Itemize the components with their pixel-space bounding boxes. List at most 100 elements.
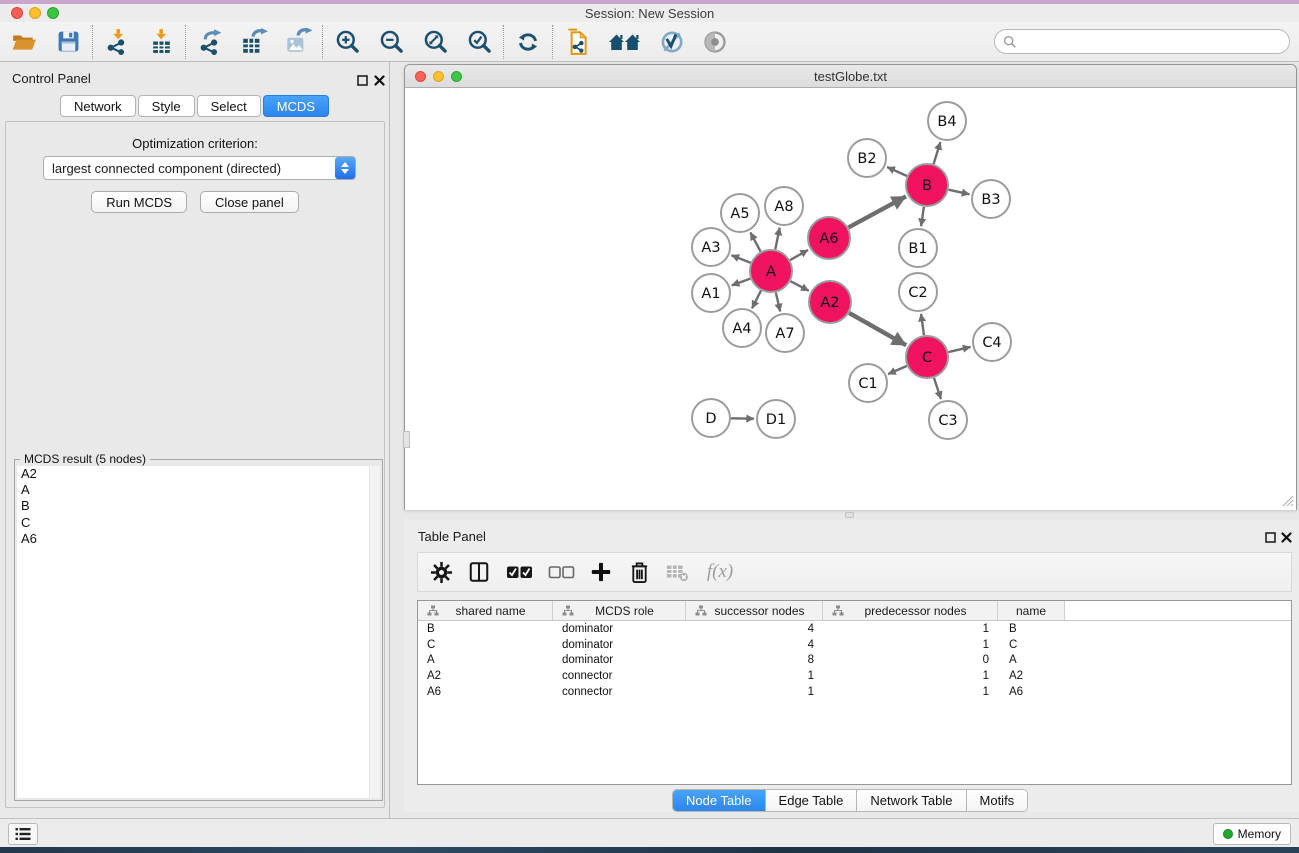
graph-node-label-A8: A8 [774, 199, 793, 215]
graph-edge-A2-C[interactable] [849, 313, 906, 345]
search-input[interactable] [1017, 32, 1289, 52]
memory-button[interactable]: Memory [1213, 823, 1291, 845]
refresh-icon[interactable] [514, 28, 542, 56]
graph-edge-A-A3[interactable] [731, 255, 750, 263]
graph-edge-A-A8[interactable] [775, 228, 779, 250]
tree-icon [832, 605, 844, 616]
graph-node-label-A: A [766, 264, 776, 280]
table-row[interactable]: A6 connector 1 1 A6 [418, 684, 1291, 700]
graph-edge-B-B2[interactable] [887, 167, 907, 176]
network-overview-icon[interactable] [563, 28, 591, 56]
column-visibility-icon[interactable] [466, 559, 492, 585]
header-filler [1065, 601, 1291, 620]
table-settings-gear-icon[interactable] [428, 559, 454, 585]
application-window: Session: New Session [0, 0, 1299, 853]
node-table: shared name MCDS role successor nodes pr… [417, 600, 1292, 785]
criterion-dropdown[interactable]: largest connected component (directed) [43, 156, 356, 180]
graph-edge-A-A5[interactable] [750, 232, 760, 251]
table-row[interactable]: B dominator 4 1 B [418, 621, 1291, 637]
search-field[interactable] [994, 29, 1290, 54]
close-table-panel-icon[interactable] [1281, 530, 1292, 548]
list-item[interactable]: B [17, 498, 380, 514]
show-hide-panel-eye-icon[interactable] [701, 28, 729, 56]
import-network-icon[interactable] [103, 28, 131, 56]
float-panel-icon[interactable] [357, 73, 368, 91]
zoom-in-icon[interactable] [333, 28, 361, 56]
graph-node-label-A4: A4 [732, 321, 751, 337]
tab-motifs[interactable]: Motifs [967, 790, 1028, 811]
graph-edge-A-A4[interactable] [752, 291, 761, 309]
graph-node-label-A5: A5 [730, 206, 749, 222]
column-header-name[interactable]: name [998, 601, 1065, 620]
list-item[interactable]: C [17, 515, 380, 531]
horizontal-divider-handle[interactable] [845, 512, 854, 518]
close-panel-icon[interactable] [374, 73, 385, 91]
graph-edge-B-B1[interactable] [921, 207, 924, 226]
graph-edge-A-A1[interactable] [732, 279, 751, 286]
table-row[interactable]: A2 connector 1 1 A2 [418, 668, 1291, 684]
list-item[interactable]: A6 [17, 531, 380, 547]
tab-select[interactable]: Select [197, 95, 261, 117]
graph-node-label-D: D [705, 411, 716, 427]
add-column-icon[interactable] [588, 559, 614, 585]
graph-edge-C-C2[interactable] [921, 314, 924, 335]
column-header-predecessor-nodes[interactable]: predecessor nodes [823, 601, 998, 620]
graph-node-label-C: C [922, 350, 932, 366]
graph-edge-A-A2[interactable] [791, 281, 809, 291]
panel-divider-handle[interactable] [403, 431, 410, 448]
table-row[interactable]: C dominator 4 1 C [418, 637, 1291, 653]
tab-edge-table[interactable]: Edge Table [766, 790, 858, 811]
save-session-icon[interactable] [54, 28, 82, 56]
graph-edge-B-B3[interactable] [949, 190, 970, 195]
home-icon[interactable] [607, 28, 641, 56]
table-row[interactable]: A dominator 8 0 A [418, 652, 1291, 668]
graph-edge-C-C4[interactable] [948, 347, 970, 352]
column-header-shared-name[interactable]: shared name [418, 601, 553, 620]
import-table-icon[interactable] [147, 28, 175, 56]
column-header-successor-nodes[interactable]: successor nodes [686, 601, 823, 620]
network-graph: AA1A2A3A4A5A6A7A8BB1B2B3B4CC1C2C3C4DD1 [405, 89, 1296, 510]
tab-network[interactable]: Network [60, 95, 136, 117]
memory-status-icon [1223, 829, 1233, 839]
list-item[interactable]: A [17, 482, 380, 498]
zoom-fit-icon[interactable] [421, 28, 449, 56]
graph-edge-A6-B[interactable] [848, 196, 906, 227]
memory-label: Memory [1238, 827, 1281, 841]
task-history-button[interactable] [8, 823, 38, 845]
graph-node-label-C2: C2 [908, 285, 927, 301]
tab-network-table[interactable]: Network Table [857, 790, 966, 811]
float-table-panel-icon[interactable] [1265, 530, 1276, 548]
graph-edge-C-C3[interactable] [934, 378, 941, 399]
close-panel-button[interactable]: Close panel [200, 191, 299, 213]
zoom-selected-icon[interactable] [465, 28, 493, 56]
control-panel-title: Control Panel [12, 71, 91, 86]
resize-grip-icon[interactable] [1281, 494, 1294, 507]
graph-edge-A-A6[interactable] [790, 250, 808, 260]
graph-node-label-C4: C4 [982, 335, 1001, 351]
select-all-icon[interactable] [504, 559, 534, 585]
network-canvas[interactable]: AA1A2A3A4A5A6A7A8BB1B2B3B4CC1C2C3C4DD1 [405, 89, 1296, 510]
column-header-mcds-role[interactable]: MCDS role [553, 601, 686, 620]
list-item[interactable]: A2 [17, 466, 380, 482]
export-network-icon[interactable] [196, 28, 224, 56]
show-graphics-details-icon[interactable] [657, 28, 685, 56]
run-mcds-button[interactable]: Run MCDS [91, 191, 187, 213]
graph-edge-A-A7[interactable] [776, 293, 780, 312]
graph-edge-C-C1[interactable] [888, 366, 907, 374]
zoom-out-icon[interactable] [377, 28, 405, 56]
graph-node-label-B4: B4 [937, 114, 956, 130]
network-view-window: testGlobe.txt AA1A2A3A4A5A6A7A8BB1B2B3B4… [404, 64, 1297, 510]
delete-table-icon[interactable] [664, 559, 690, 585]
tab-node-table[interactable]: Node Table [673, 790, 766, 811]
result-scrollbar[interactable] [369, 466, 380, 798]
open-file-icon[interactable] [10, 28, 38, 56]
control-panel-tabs: Network Style Select MCDS [0, 95, 389, 117]
export-image-icon[interactable] [284, 28, 312, 56]
delete-column-trash-icon[interactable] [626, 559, 652, 585]
export-table-icon[interactable] [240, 28, 268, 56]
graph-edge-B-B4[interactable] [934, 142, 941, 164]
tab-style[interactable]: Style [138, 95, 195, 117]
function-builder-icon[interactable]: f(x) [702, 559, 738, 585]
deselect-all-icon[interactable] [546, 559, 576, 585]
tab-mcds[interactable]: MCDS [263, 95, 329, 117]
